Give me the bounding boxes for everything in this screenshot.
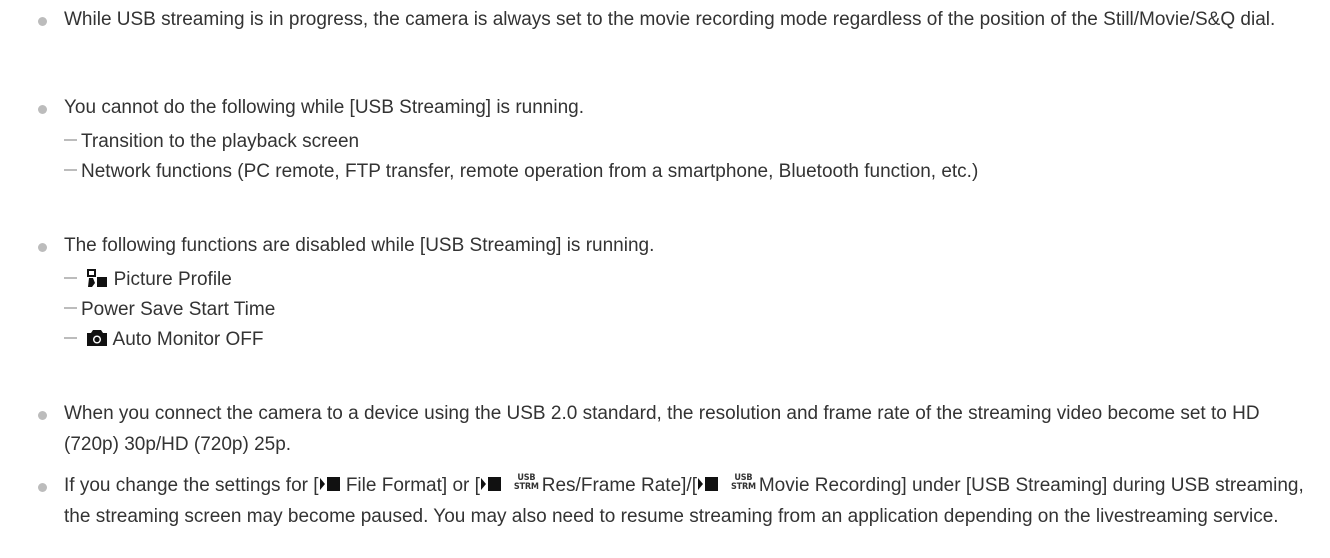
bullet-icon bbox=[38, 17, 47, 26]
dash-icon bbox=[64, 336, 77, 339]
note-text: The following functions are disabled whi… bbox=[64, 235, 655, 256]
bullet-icon bbox=[38, 243, 47, 252]
note-usb-streaming-mode: While USB streaming is in progress, the … bbox=[0, 4, 1330, 66]
note-cannot-do-list: You cannot do the following while [USB S… bbox=[0, 92, 1330, 192]
movie-icon bbox=[319, 475, 341, 493]
note-text: When you connect the camera to a device … bbox=[64, 403, 1260, 455]
bullet-icon bbox=[38, 411, 47, 420]
note-text-part: Movie Recording] under [USB Streaming] bbox=[758, 475, 1108, 496]
note-text: You cannot do the following while [USB S… bbox=[64, 97, 584, 118]
sub-item: Power Save Start Time bbox=[64, 294, 1314, 325]
sub-item-label: Network functions (PC remote, FTP transf… bbox=[81, 161, 979, 182]
sub-item: Picture Profile bbox=[64, 264, 1314, 295]
note-text-part: If you change the settings for [ bbox=[64, 475, 319, 496]
sub-item: Transition to the playback screen bbox=[64, 126, 1314, 157]
sub-item: Network functions (PC remote, FTP transf… bbox=[64, 156, 1314, 187]
usb-strm-icon: USB STRM bbox=[513, 472, 539, 492]
note-text: While USB streaming is in progress, the … bbox=[64, 9, 1276, 30]
dash-icon bbox=[64, 168, 77, 171]
note-settings-change-pause: If you change the settings for [ File Fo… bbox=[0, 470, 1330, 558]
note-text-part: File Format] or [ bbox=[345, 475, 480, 496]
movie-icon bbox=[697, 475, 719, 493]
bullet-icon bbox=[38, 483, 47, 492]
sub-item-label: Auto Monitor OFF bbox=[112, 329, 264, 350]
dash-icon bbox=[64, 276, 77, 279]
sub-item-label: Transition to the playback screen bbox=[81, 131, 360, 152]
note-text-part: Res/Frame Rate]/[ bbox=[541, 475, 697, 496]
sub-item-label: Picture Profile bbox=[113, 269, 232, 290]
bullet-icon bbox=[38, 105, 47, 114]
note-text: If you change the settings for [ File Fo… bbox=[64, 470, 1314, 532]
dash-icon bbox=[64, 138, 77, 141]
sub-item-label: Power Save Start Time bbox=[81, 299, 276, 320]
note-usb-2-resolution: When you connect the camera to a device … bbox=[0, 398, 1330, 460]
picture-profile-icon bbox=[86, 268, 108, 288]
camera-icon bbox=[86, 328, 108, 347]
sub-item: Auto Monitor OFF bbox=[64, 324, 1314, 355]
usb-strm-icon: USB STRM bbox=[730, 472, 756, 492]
note-disabled-functions: The following functions are disabled whi… bbox=[0, 230, 1330, 360]
movie-icon bbox=[480, 475, 502, 493]
dash-icon bbox=[64, 306, 77, 309]
